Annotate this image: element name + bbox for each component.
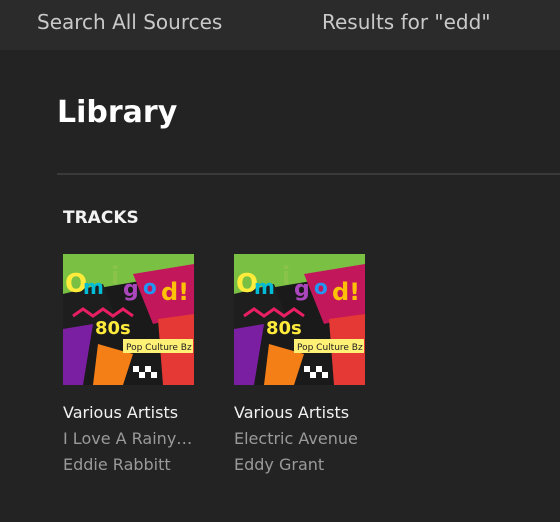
divider: [57, 173, 560, 175]
svg-text:Pop Culture Bz: Pop Culture Bz: [126, 343, 192, 353]
svg-text:m: m: [83, 275, 104, 299]
track-artist: Various Artists: [63, 403, 179, 422]
svg-text:Pop Culture Bz: Pop Culture Bz: [297, 343, 363, 353]
top-bar: Search All Sources Results for "edd": [0, 0, 560, 50]
track-subtitle: Eddy Grant: [234, 455, 325, 474]
tab-search-results[interactable]: Results for "edd": [322, 10, 491, 34]
svg-text:o: o: [314, 275, 328, 299]
track-title: I Love A Rainy Night: [63, 430, 195, 448]
svg-text:i: i: [111, 262, 119, 290]
svg-text:g: g: [123, 277, 139, 302]
album-cover-icon: O m i g o d! 80s Pop Culture Bz: [63, 254, 194, 385]
track-card[interactable]: O m i g o d! 80s Pop Culture Bz Various …: [63, 254, 203, 474]
tab-search-all-sources[interactable]: Search All Sources: [37, 10, 222, 34]
svg-text:i: i: [282, 262, 290, 290]
svg-text:g: g: [294, 277, 310, 302]
library-panel: Library TRACKS O m i g o d! 80s Pop Cult…: [0, 50, 560, 522]
svg-text:m: m: [254, 275, 275, 299]
track-card[interactable]: O m i g o d! 80s Pop Culture Bz Various …: [234, 254, 374, 474]
svg-text:80s: 80s: [266, 318, 302, 339]
svg-text:80s: 80s: [95, 318, 131, 339]
tracks-section-title: TRACKS: [63, 208, 139, 228]
track-title: Electric Avenue: [234, 430, 358, 448]
track-artist: Various Artists: [234, 403, 350, 422]
album-cover-icon: O m i g o d! 80s Pop Culture Bz: [234, 254, 365, 385]
svg-text:o: o: [143, 275, 157, 299]
track-subtitle: Eddie Rabbitt: [63, 455, 171, 474]
svg-text:d!: d!: [161, 278, 189, 306]
svg-text:d!: d!: [332, 278, 360, 306]
page-title: Library: [57, 95, 178, 130]
